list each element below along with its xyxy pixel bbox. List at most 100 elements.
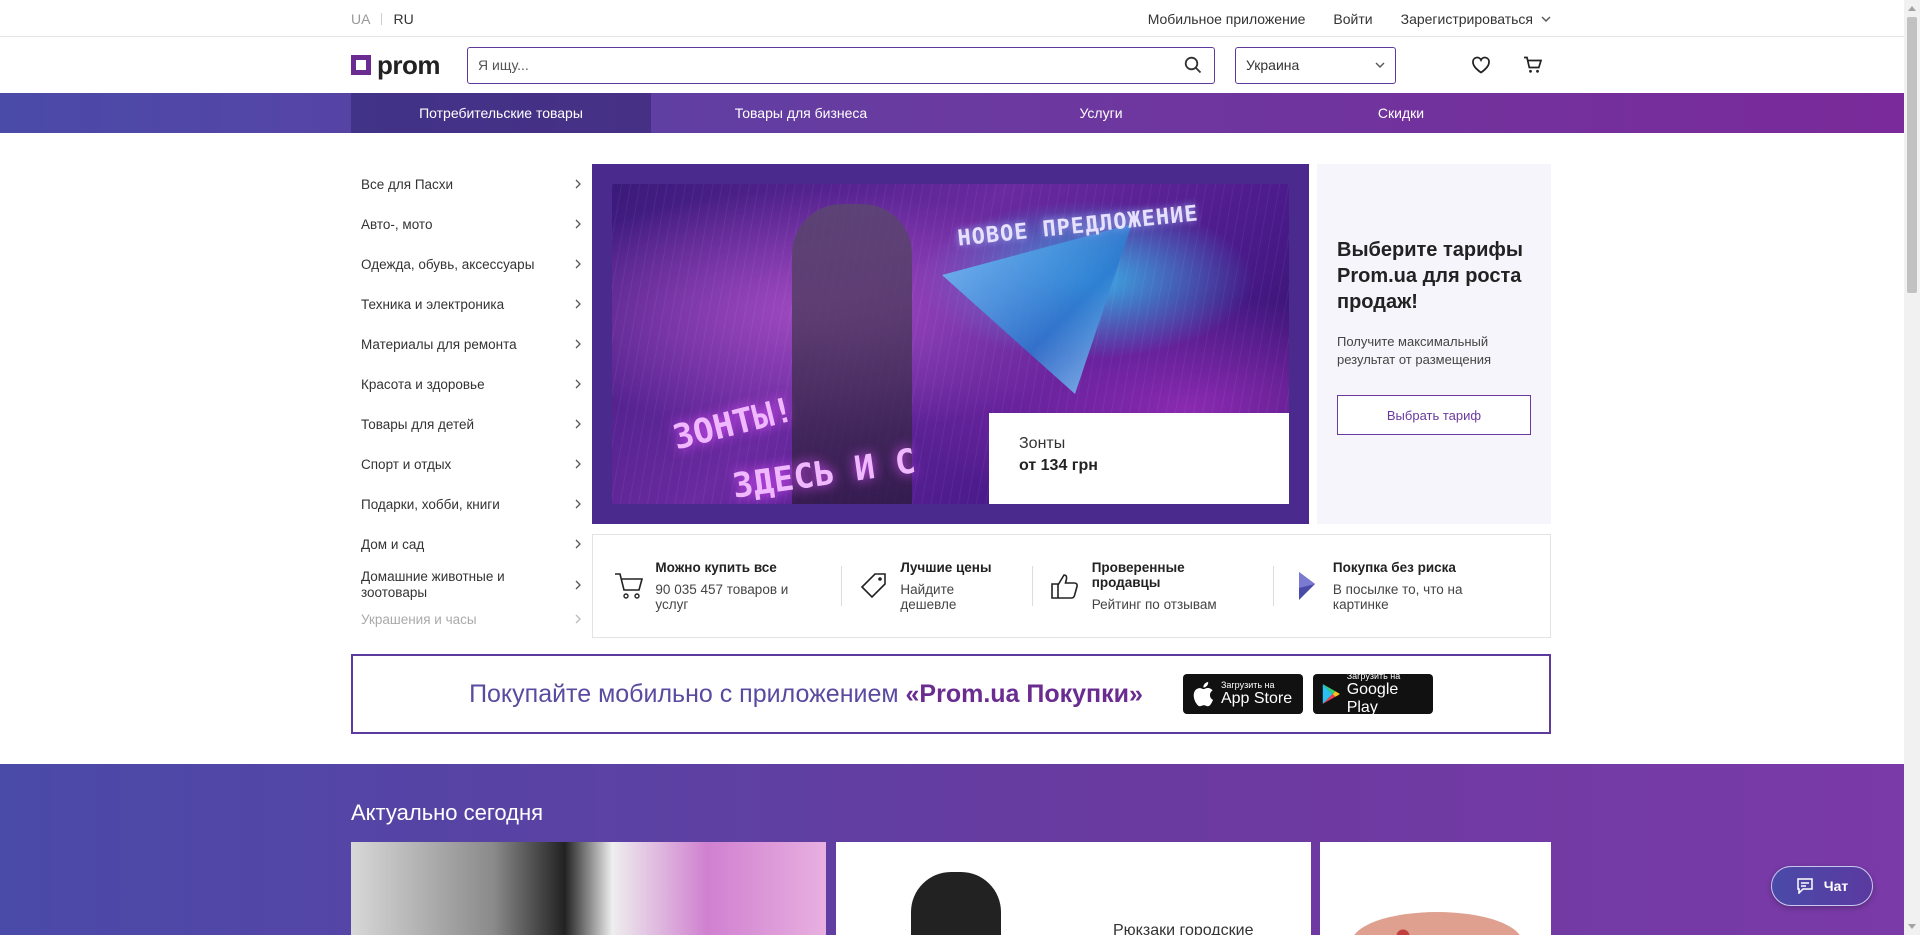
feature-item: Можно купить все 90 035 457 товаров и усл… (613, 560, 858, 612)
chevron-right-icon (575, 539, 581, 549)
logo-square-icon (351, 55, 371, 75)
chevron-down-icon (1375, 62, 1385, 68)
actual-today-section: Актуально сегодня Рюкзаки городские (0, 764, 1904, 935)
category-item[interactable]: Авто-, мото (351, 204, 591, 244)
promo-title: Выберите тарифы Prom.ua для роста продаж… (1337, 239, 1523, 313)
promo-card-backpacks[interactable]: Рюкзаки городские (836, 842, 1311, 935)
category-item[interactable]: Техника и электроника (351, 284, 591, 324)
feature-item: Лучшие цены Найдите дешевле (858, 560, 1049, 612)
category-label: Техника и электроника (361, 296, 505, 312)
tag-icon (858, 569, 890, 603)
promo-card-sneakers[interactable] (351, 842, 826, 935)
category-menu: Все для Пасхи Авто-, мото Одежда, обувь,… (351, 164, 591, 632)
feature-title: Можно купить все (655, 560, 777, 575)
nav-discounts[interactable]: Скидки (1251, 93, 1551, 133)
feature-title: Лучшие цены (900, 560, 992, 575)
app-store-small: Загрузить на (1220, 680, 1275, 690)
category-item[interactable]: Украшения и часы (351, 606, 591, 632)
region-value: Украина (1246, 57, 1300, 73)
chevron-down-icon (1541, 16, 1551, 22)
chevron-right-icon (575, 614, 581, 624)
choose-tariff-button[interactable]: Выбрать тариф (1337, 395, 1531, 435)
chevron-right-icon (575, 499, 581, 509)
features-strip: Можно купить все 90 035 457 товаров и усл… (592, 534, 1551, 638)
chevron-right-icon (575, 299, 581, 309)
app-banner-text: Покупайте мобильно с приложением «Prom.u… (469, 680, 1143, 709)
nav-services[interactable]: Услуги (951, 93, 1251, 133)
category-label: Товары для детей (361, 416, 475, 432)
cart-icon[interactable] (1523, 56, 1543, 74)
google-play-small: Загрузить на (1346, 671, 1401, 681)
category-item[interactable]: Товары для детей (351, 404, 591, 444)
dress-image (1352, 912, 1522, 935)
main-nav: Потребительские товары Товары для бизнес… (0, 93, 1904, 133)
header-icons (1471, 56, 1543, 74)
nav-business-goods[interactable]: Товары для бизнеса (651, 93, 951, 133)
nav-consumer-goods[interactable]: Потребительские товары (351, 93, 651, 133)
feature-item: Проверенные продавцы Рейтинг по отзывам (1049, 560, 1290, 612)
category-label: Авто-, мото (361, 216, 433, 232)
chevron-right-icon (575, 259, 581, 269)
promo-card-dress[interactable] (1320, 842, 1551, 935)
logo-text: prom (377, 49, 441, 80)
banner-label-price: от 134 грн (1019, 457, 1098, 474)
backpack-image (911, 872, 1001, 935)
category-item[interactable]: Дом и сад (351, 524, 591, 564)
section-title: Актуально сегодня (351, 800, 544, 825)
chevron-right-icon (575, 219, 581, 229)
region-select[interactable]: Украина (1235, 46, 1396, 84)
chat-button[interactable]: Чат (1771, 866, 1873, 906)
promo-card-title: Рюкзаки городские (1113, 922, 1254, 935)
search-icon[interactable] (1184, 56, 1202, 74)
lang-ru-link[interactable]: RU (393, 11, 413, 27)
chevron-right-icon (575, 419, 581, 429)
heart-icon[interactable] (1471, 56, 1491, 74)
mobile-app-link[interactable]: Мобильное приложение (1148, 11, 1306, 27)
chat-label: Чат (1823, 878, 1849, 894)
app-store-button[interactable]: Загрузить на App Store (1182, 674, 1303, 714)
category-label: Домашние животные и зоотовары (361, 569, 505, 600)
app-banner-brand: «Prom.ua Покупки» (905, 679, 1143, 708)
category-label: Одежда, обувь, аксессуары (361, 256, 535, 272)
google-play-big: Google Play (1346, 681, 1399, 716)
feature-text: В посылке то, что на картинке (1332, 582, 1463, 612)
top-bar: UA RU Мобильное приложение Войти Зарегис… (0, 0, 1920, 37)
category-item[interactable]: Одежда, обувь, аксессуары (351, 244, 591, 284)
page-scrollbar[interactable] (1904, 0, 1920, 935)
register-dropdown[interactable]: Зарегистрироваться (1401, 11, 1551, 27)
search-input[interactable] (478, 57, 1184, 73)
login-link[interactable]: Войти (1333, 11, 1372, 27)
category-label: Подарки, хобби, книги (361, 496, 500, 512)
category-label: Украшения и часы (361, 611, 477, 627)
scroll-up-arrow-icon[interactable] (1904, 0, 1920, 17)
chevron-right-icon (575, 459, 581, 469)
hero-banner[interactable]: НОВОЕ ПРЕДЛОЖЕНИЕ ЗОНТЫ! ЗДЕСЬ И С Зонты… (592, 164, 1309, 524)
app-banner: Покупайте мобильно с приложением «Prom.u… (351, 654, 1551, 734)
category-item[interactable]: Все для Пасхи (351, 164, 591, 204)
lang-ua-link[interactable]: UA (351, 11, 370, 27)
category-item[interactable]: Подарки, хобби, книги (351, 484, 591, 524)
google-play-button[interactable]: Загрузить на Google Play (1312, 671, 1433, 716)
register-label: Зарегистрироваться (1400, 10, 1533, 27)
language-switcher: UA RU (351, 11, 414, 27)
thumbs-up-icon (1049, 569, 1081, 603)
chat-icon (1797, 878, 1813, 894)
apple-icon (1193, 682, 1213, 707)
category-item[interactable]: Домашние животные и зоотовары (351, 564, 591, 606)
category-item[interactable]: Материалы для ремонта (351, 324, 591, 364)
store-buttons: Загрузить на App Store Загрузить на Goog… (1182, 671, 1433, 716)
feature-text: Найдите дешевле (900, 582, 957, 612)
category-item[interactable]: Спорт и отдых (351, 444, 591, 484)
promo-text: Получите максимальный результат от разме… (1337, 334, 1492, 367)
category-label: Все для Пасхи (361, 176, 454, 192)
scrollbar-thumb[interactable] (1907, 17, 1917, 293)
app-store-big: App Store (1220, 690, 1293, 707)
category-label: Дом и сад (361, 536, 425, 552)
category-item[interactable]: Красота и здоровье (351, 364, 591, 404)
search-box (467, 46, 1215, 84)
feature-text: Рейтинг по отзывам (1091, 597, 1217, 612)
scroll-down-arrow-icon[interactable] (1904, 918, 1920, 935)
chevron-right-icon (575, 179, 581, 189)
chevron-right-icon (575, 580, 581, 590)
prom-logo[interactable]: prom (351, 50, 467, 81)
